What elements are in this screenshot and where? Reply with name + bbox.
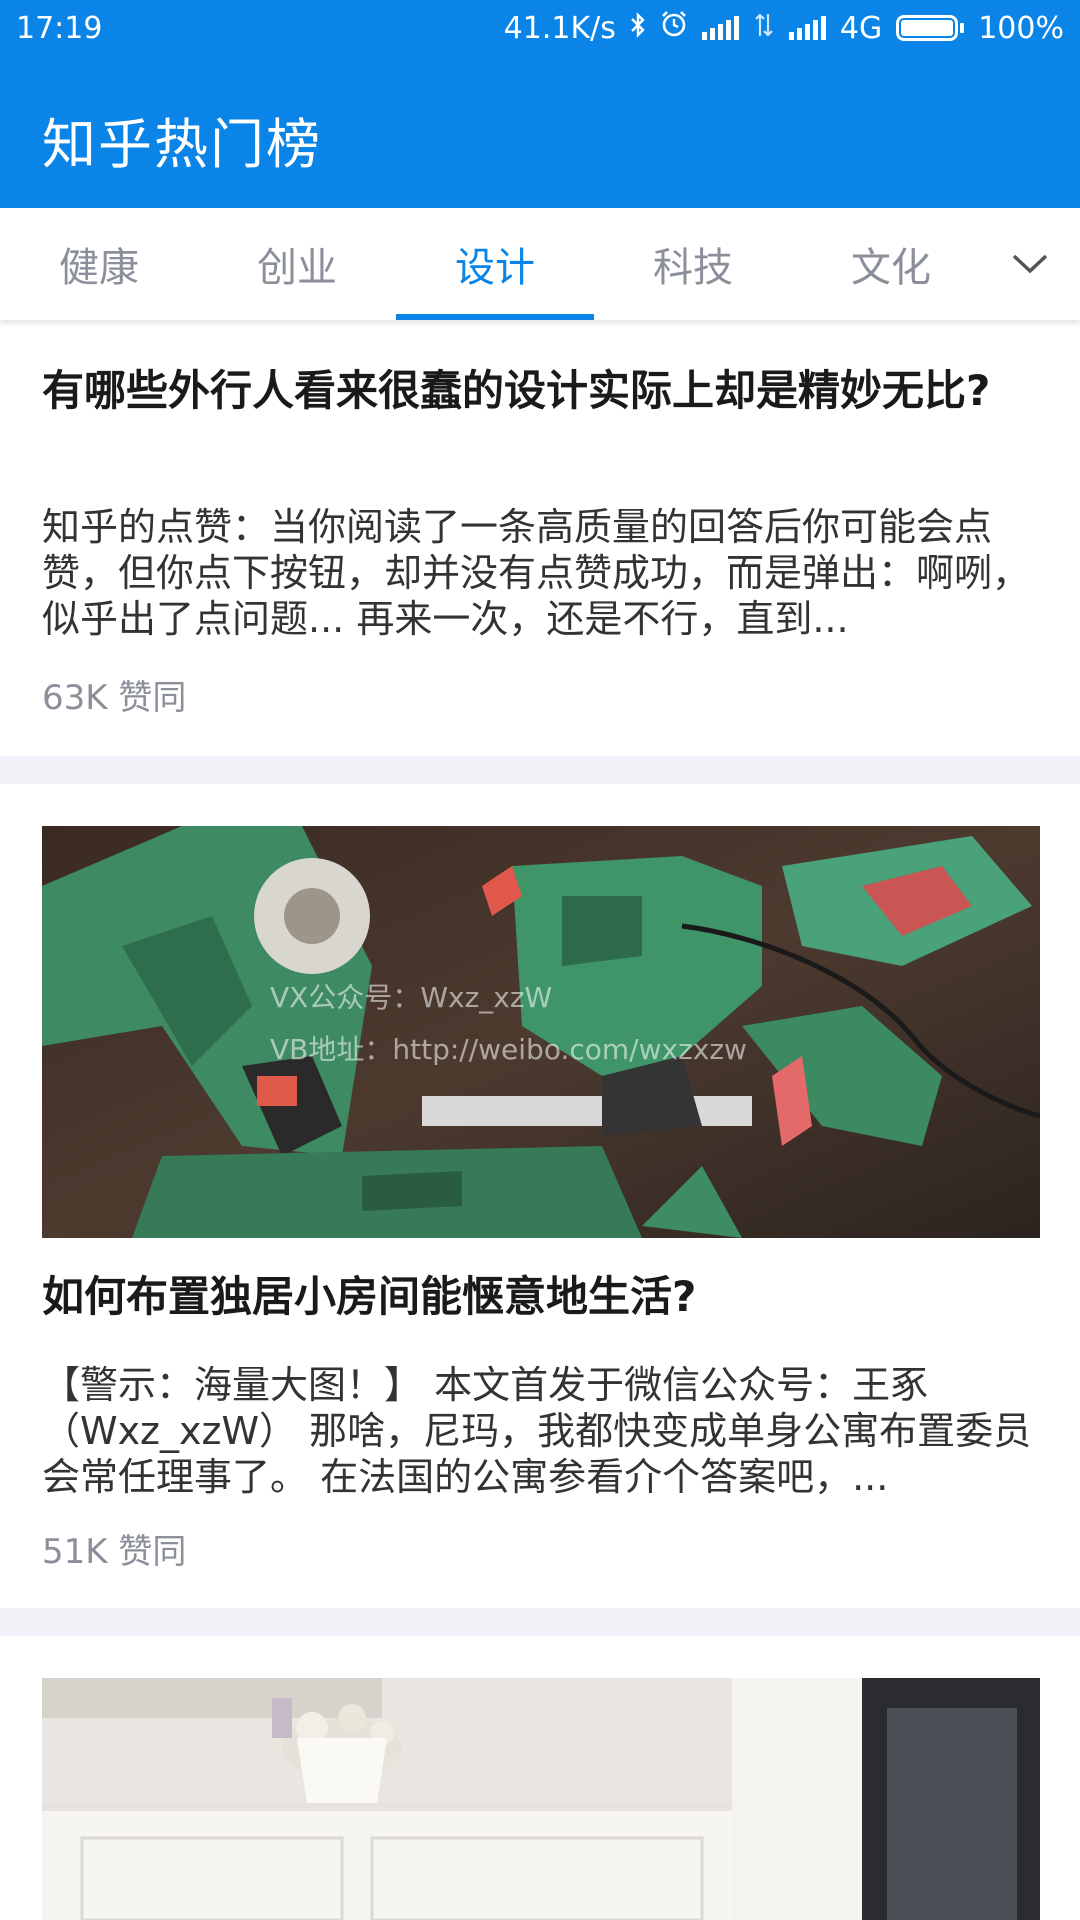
page-title: 知乎热门榜 <box>42 113 322 176</box>
battery-percent: 100% <box>978 10 1064 46</box>
net-speed: 41.1K/s <box>503 10 616 46</box>
vote-count: 63K 赞同 <box>42 678 187 718</box>
tab-health[interactable]: 健康 <box>0 208 198 320</box>
network-type: 4G <box>839 10 883 46</box>
question-card[interactable]: VX公众号：Wxz_xzW VB地址：http://weibo.com/wxzx… <box>0 784 1080 1608</box>
vote-count: 51K 赞同 <box>42 1532 187 1572</box>
status-time: 17:19 <box>16 10 103 46</box>
category-tabs: 健康 创业 设计 科技 文化 <box>0 208 1080 320</box>
tab-design[interactable]: 设计 <box>396 208 594 320</box>
more-tabs-button[interactable] <box>980 208 1080 320</box>
data-arrows-icon <box>753 11 775 46</box>
tab-label: 设计 <box>455 245 535 291</box>
chevron-down-icon <box>1012 254 1048 274</box>
tab-label: 文化 <box>851 245 931 291</box>
answer-excerpt: 知乎的点赞：当你阅读了一条高质量的回答后你可能会点赞，但你点下按钮，却并没有点赞… <box>42 505 1031 641</box>
app-bar: 知乎热门榜 <box>0 56 1080 208</box>
cover-image[interactable] <box>42 1678 1040 1920</box>
question-title[interactable]: 有哪些外行人看来很蠢的设计实际上却是精妙无比? <box>42 366 1042 416</box>
tab-label: 健康 <box>59 245 139 291</box>
question-title[interactable]: 如何布置独居小房间能惬意地生活? <box>42 1272 1042 1322</box>
tab-startup[interactable]: 创业 <box>198 208 396 320</box>
alarm-icon <box>660 10 688 46</box>
battery-fill <box>901 20 954 36</box>
active-tab-indicator <box>396 314 594 320</box>
tab-label: 创业 <box>257 245 337 291</box>
bluetooth-icon <box>630 11 646 46</box>
cover-image[interactable]: VX公众号：Wxz_xzW VB地址：http://weibo.com/wxzx… <box>42 826 1040 1238</box>
signal-icon <box>788 16 826 40</box>
answer-excerpt: 【警示：海量大图！】 本文首发于微信公众号：王豖（Wxz_xzW） 那啥，尼玛，… <box>42 1363 1032 1499</box>
battery-icon <box>896 15 965 41</box>
tab-culture[interactable]: 文化 <box>792 208 990 320</box>
image-watermark: VX公众号：Wxz_xzW <box>270 981 553 1014</box>
status-icons: 41.1K/s 4G 100% <box>504 10 1064 46</box>
tab-label: 科技 <box>653 245 733 291</box>
status-bar: 17:19 41.1K/s 4G 100% <box>0 0 1080 56</box>
tab-technology[interactable]: 科技 <box>594 208 792 320</box>
image-watermark: VB地址：http://weibo.com/wxzxzw <box>270 1033 747 1066</box>
question-card[interactable]: 有哪些外行人看来很蠢的设计实际上却是精妙无比? 知乎的点赞：当你阅读了一条高质量… <box>0 320 1080 756</box>
question-card[interactable] <box>0 1636 1080 1920</box>
signal-icon <box>701 16 739 40</box>
